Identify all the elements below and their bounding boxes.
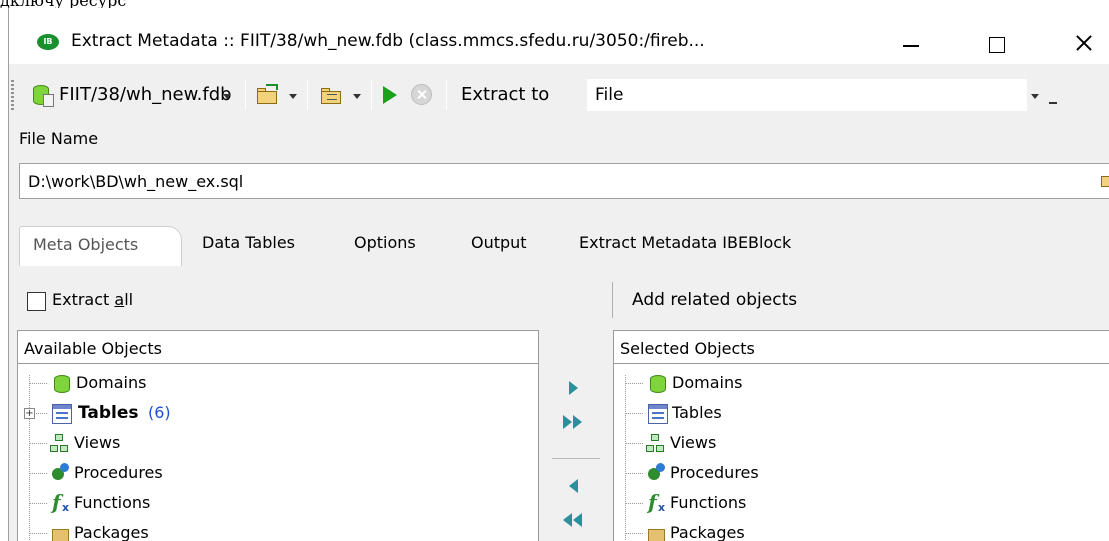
procedures-icon — [50, 463, 70, 483]
open-folder-icon[interactable] — [1101, 172, 1109, 188]
tree-item-label: Views — [74, 433, 121, 452]
remove-all-button[interactable] — [561, 508, 591, 532]
chevron-down-icon[interactable] — [1031, 94, 1039, 99]
panel-divider — [612, 282, 613, 318]
toolbar-overflow-icon[interactable] — [1049, 102, 1057, 104]
toolbar-grip[interactable] — [11, 80, 14, 110]
tree-item-label: Packages — [74, 523, 149, 541]
tab-data-tables[interactable]: Data Tables — [202, 233, 295, 252]
toolbar-separator — [307, 80, 308, 110]
package-icon — [646, 523, 666, 541]
maximize-button[interactable] — [969, 22, 1025, 64]
tab-extract-metadata-ibeblock[interactable]: Extract Metadata IBEBlock — [579, 233, 791, 252]
selected-objects-tree[interactable]: Selected Objects Domains Tables Views Pr… — [613, 330, 1109, 541]
package-icon — [50, 523, 70, 541]
folder-load-icon — [257, 84, 281, 106]
tab-output[interactable]: Output — [471, 233, 527, 252]
tree-item-label: Procedures — [74, 463, 163, 482]
available-objects-header: Available Objects — [18, 331, 538, 364]
toolbar: FIIT/38/wh_new.fdb Extract to File — [9, 72, 1109, 118]
expand-plus-icon[interactable]: + — [24, 408, 35, 419]
add-related-objects-label[interactable]: Add related objects — [632, 290, 797, 310]
selected-objects-header: Selected Objects — [614, 331, 1109, 364]
functions-icon: fx — [52, 490, 70, 514]
database-icon — [33, 83, 55, 107]
tree-item-label: Functions — [670, 493, 747, 512]
procedures-icon — [646, 463, 666, 483]
minimize-button[interactable] — [881, 22, 937, 64]
double-arrow-left-icon — [563, 513, 572, 527]
available-objects-tree[interactable]: Available Objects Domains + Tables (6) V… — [17, 330, 539, 541]
extract-all-label: Extract all — [52, 290, 134, 309]
arrow-left-icon — [569, 479, 578, 493]
add-all-button[interactable] — [561, 410, 591, 434]
remove-selected-button[interactable] — [561, 474, 591, 498]
tab-meta-objects[interactable]: Meta Objects — [19, 226, 182, 266]
functions-icon: fx — [648, 490, 666, 514]
extract-to-value: File — [595, 85, 624, 105]
ibexpert-logo-icon: IB — [37, 34, 59, 50]
folder-save-icon — [321, 84, 345, 106]
extract-to-select[interactable]: File — [587, 79, 1027, 111]
stop-button[interactable] — [411, 84, 432, 105]
tree-item-label: Tables — [672, 403, 722, 422]
extract-all-box[interactable] — [27, 292, 46, 311]
add-selected-button[interactable] — [561, 376, 591, 400]
tables-count: (6) — [148, 403, 171, 422]
tree-guide-line — [625, 375, 626, 541]
domain-icon — [52, 374, 72, 394]
run-extract-button[interactable] — [383, 86, 397, 104]
file-name-label: File Name — [19, 129, 99, 148]
chevron-down-icon — [223, 94, 231, 99]
tree-guide-line — [29, 375, 30, 541]
double-arrow-right-icon — [563, 415, 572, 429]
transfer-separator — [552, 458, 600, 459]
domain-icon — [648, 374, 668, 394]
page: дключу ресурс IB Extract Metadata :: FII… — [0, 0, 1109, 541]
extract-to-label: Extract to — [461, 84, 550, 105]
tab-bar: Meta Objects Data Tables Options Output … — [19, 226, 1109, 268]
arrow-right-icon — [569, 381, 578, 395]
chevron-down-icon — [353, 94, 361, 99]
chevron-down-icon — [289, 94, 297, 99]
tree-item-label: Domains — [672, 373, 743, 392]
window-title: Extract Metadata :: FIIT/38/wh_new.fdb (… — [71, 31, 705, 51]
database-label: FIIT/38/wh_new.fdb — [59, 84, 232, 105]
toolbar-separator — [245, 80, 246, 110]
tree-item-label: Tables — [78, 403, 139, 423]
title-bar[interactable]: IB Extract Metadata :: FIIT/38/wh_new.fd… — [9, 8, 1109, 64]
table-icon — [52, 404, 72, 424]
tree-item-label: Packages — [670, 523, 745, 541]
views-icon — [50, 434, 70, 454]
tree-item-label: Functions — [74, 493, 151, 512]
tree-item-label: Domains — [76, 373, 147, 392]
tree-item-label: Views — [670, 433, 717, 452]
tab-options[interactable]: Options — [354, 233, 416, 252]
file-name-input[interactable] — [19, 163, 1109, 199]
toolbar-separator — [371, 80, 372, 110]
tree-item-label: Procedures — [670, 463, 759, 482]
views-icon — [646, 434, 666, 454]
close-button[interactable] — [1056, 22, 1109, 64]
extract-metadata-window: IB Extract Metadata :: FIIT/38/wh_new.fd… — [8, 8, 1109, 541]
toolbar-separator — [446, 80, 447, 110]
table-icon — [648, 404, 668, 424]
